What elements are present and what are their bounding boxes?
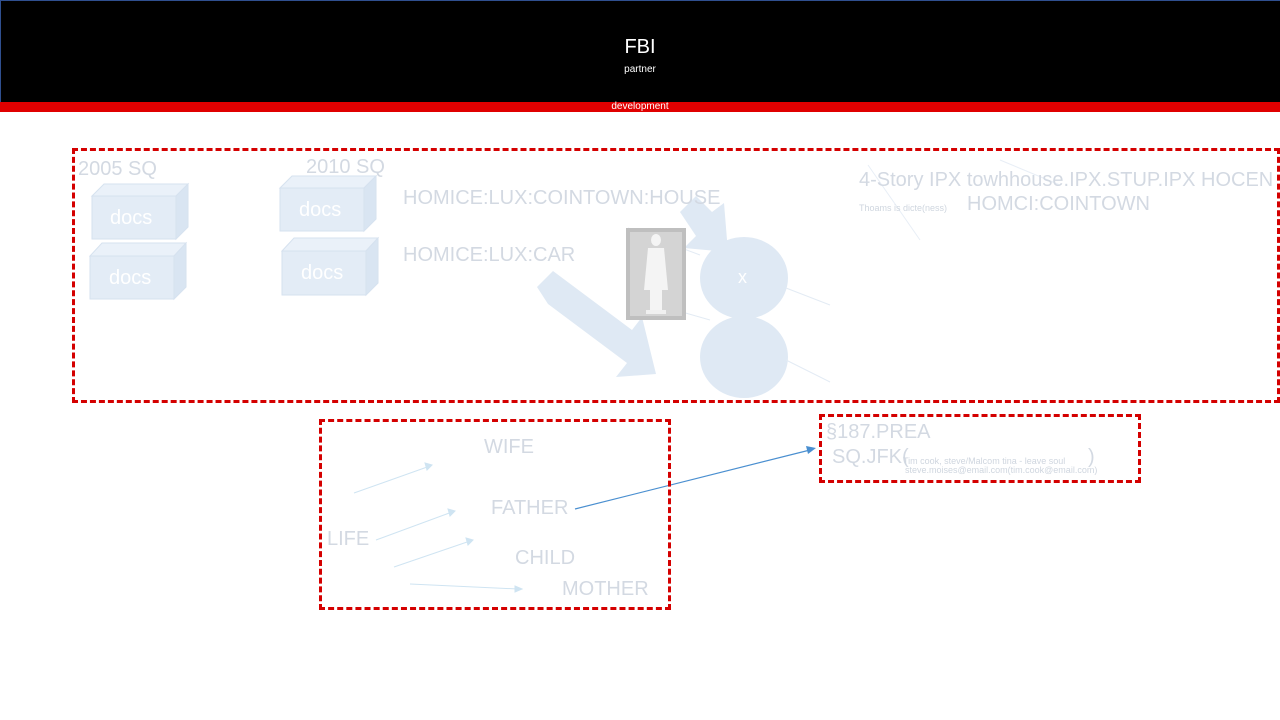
label-car: HOMICE:LUX:CAR bbox=[403, 244, 576, 266]
law-suffix: ) bbox=[1088, 446, 1095, 468]
law-prefix: SQ.JFK( bbox=[832, 446, 909, 468]
diagram-shapes bbox=[88, 159, 1061, 593]
law-emails: steve.moises@email.com(tim.cook@email.co… bbox=[905, 465, 1098, 475]
family-wife: WIFE bbox=[484, 436, 534, 458]
family-child: CHILD bbox=[515, 547, 576, 569]
circle-label: x bbox=[738, 267, 747, 287]
year-label-2010: 2010 SQ bbox=[306, 156, 385, 178]
small-note: Thoams is dicte(ness) bbox=[859, 203, 948, 213]
doc-label-2: docs bbox=[109, 267, 152, 289]
law-code: §187.PREA bbox=[826, 421, 931, 443]
doc-label-4: docs bbox=[301, 262, 344, 284]
family-mother: MOTHER bbox=[562, 578, 649, 600]
doc-label-1: docs bbox=[110, 207, 153, 229]
doc-label-3: docs bbox=[299, 199, 342, 221]
family-father: FATHER bbox=[491, 497, 569, 519]
homci-label: HOMCI:COINTOWN bbox=[967, 193, 1150, 215]
year-label-2005: 2005 SQ bbox=[78, 158, 157, 180]
statue-image bbox=[626, 228, 686, 320]
label-house: HOMICE:LUX:COINTOWN:HOUSE bbox=[403, 187, 721, 209]
circle-bottom bbox=[700, 316, 788, 398]
family-life: LIFE bbox=[327, 528, 370, 550]
townhouse-label: 4-Story IPX towhhouse.IPX.STUP.IPX HOCEN bbox=[859, 169, 1274, 191]
